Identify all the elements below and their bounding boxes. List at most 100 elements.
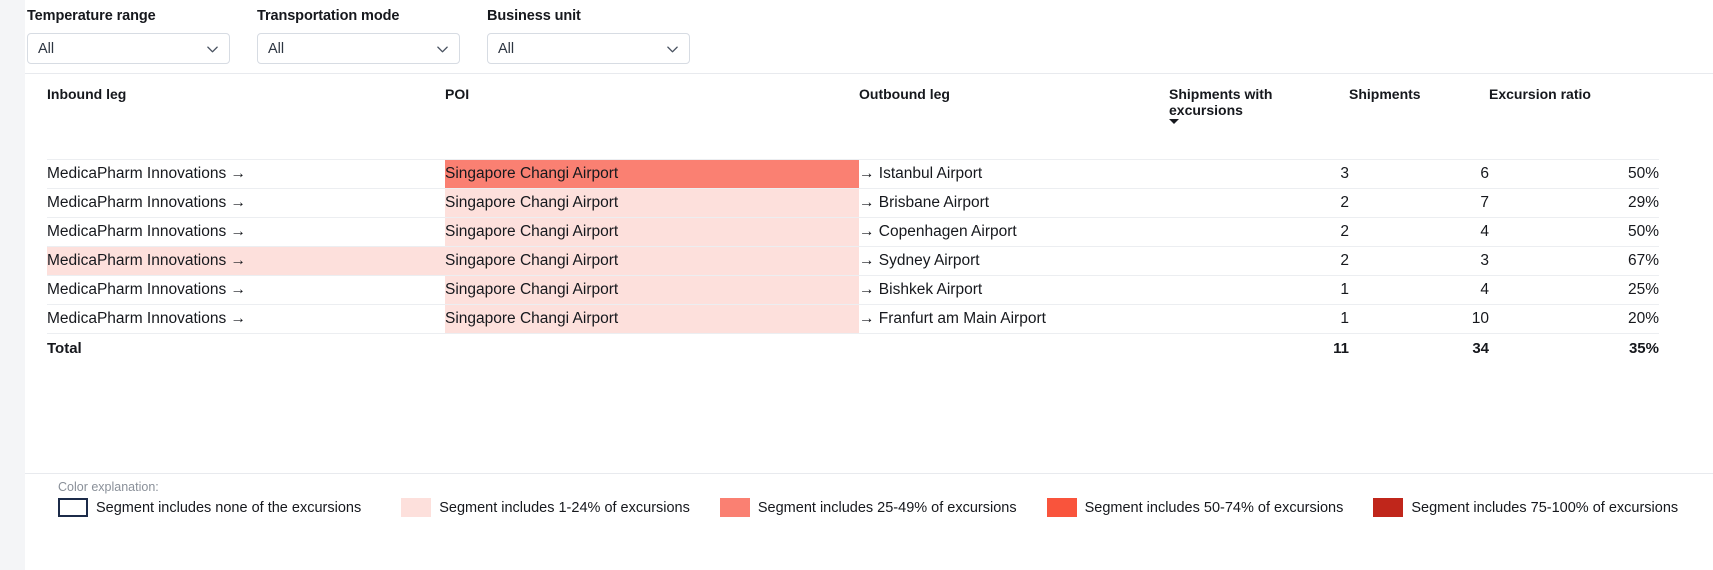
legend-label-3: Segment includes 50-74% of excursions bbox=[1084, 499, 1344, 516]
cell-outbound-leg: → Franfurt am Main Airport bbox=[859, 304, 1169, 334]
cell-inbound-leg: MedicaPharm Innovations → bbox=[47, 304, 445, 334]
cell-shipments-with-excursions: 2 bbox=[1169, 188, 1349, 218]
cell-inbound-leg: MedicaPharm Innovations → bbox=[47, 217, 445, 247]
column-header-label-1: POI bbox=[445, 86, 470, 102]
table-row[interactable]: MedicaPharm Innovations → Singapore Chang… bbox=[47, 188, 1659, 218]
table-total-row: Total 11 34 35% bbox=[47, 332, 1659, 364]
filter-select-transportation-mode[interactable]: All bbox=[257, 33, 460, 64]
legend-swatch-2 bbox=[719, 498, 750, 517]
cell-inbound-leg: MedicaPharm Innovations → bbox=[47, 246, 445, 276]
column-header-label-5: Excursion ratio bbox=[1489, 86, 1591, 102]
column-header-4[interactable]: Shipments bbox=[1349, 82, 1489, 131]
cell-shipments-with-excursions: 1 bbox=[1169, 304, 1349, 334]
sort-descending-icon bbox=[1169, 119, 1179, 124]
legend-item-2: Segment includes 25-49% of excursions bbox=[719, 498, 1017, 517]
cell-poi: Singapore Changi Airport bbox=[445, 304, 859, 334]
column-header-label-0: Inbound leg bbox=[47, 86, 127, 102]
legend-item-1: Segment includes 1-24% of excursions bbox=[401, 498, 690, 517]
filter-select-temperature-range[interactable]: All bbox=[27, 33, 230, 64]
legend-swatch-1 bbox=[401, 498, 432, 517]
total-outbound-blank bbox=[859, 332, 1169, 364]
excursion-report-page: Temperature range All Transportation mode A… bbox=[0, 0, 1713, 570]
table-header-row: Inbound leg POI Outbound leg Shipments with… bbox=[47, 82, 1659, 131]
cell-outbound-leg: → Brisbane Airport bbox=[859, 188, 1169, 218]
column-header-1[interactable]: POI bbox=[445, 82, 859, 131]
cell-inbound-leg: MedicaPharm Innovations → bbox=[47, 159, 445, 189]
column-header-0[interactable]: Inbound leg bbox=[47, 82, 445, 131]
legend-label-1: Segment includes 1-24% of excursions bbox=[439, 499, 690, 516]
page-left-gutter bbox=[0, 0, 25, 570]
cell-poi: Singapore Changi Airport bbox=[445, 246, 859, 276]
header-rule-cell bbox=[47, 131, 1659, 160]
legend-label-4: Segment includes 75-100% of excursions bbox=[1411, 499, 1679, 516]
legend-title: Color explanation: bbox=[58, 480, 159, 494]
filter-business-unit: Business unit All bbox=[487, 8, 690, 64]
table-row[interactable]: MedicaPharm Innovations → Singapore Chang… bbox=[47, 246, 1659, 276]
filter-select-business-unit[interactable]: All bbox=[487, 33, 690, 64]
total-poi-blank bbox=[445, 332, 859, 364]
cell-shipments-with-excursions: 3 bbox=[1169, 159, 1349, 189]
chevron-down-icon bbox=[206, 42, 219, 55]
table-row[interactable]: MedicaPharm Innovations → Singapore Chang… bbox=[47, 275, 1659, 305]
column-header-5[interactable]: Excursion ratio bbox=[1489, 82, 1659, 131]
total-label: Total bbox=[47, 332, 445, 364]
filter-bar: Temperature range All Transportation mode A… bbox=[27, 8, 690, 64]
table-row[interactable]: MedicaPharm Innovations → Singapore Chang… bbox=[47, 159, 1659, 189]
legend-label-0: Segment includes none of the excursions bbox=[96, 499, 362, 516]
cell-outbound-leg: → Sydney Airport bbox=[859, 246, 1169, 276]
cell-shipments-with-excursions: 2 bbox=[1169, 217, 1349, 247]
cell-shipments: 10 bbox=[1349, 304, 1489, 334]
cell-shipments: 4 bbox=[1349, 217, 1489, 247]
legend-swatch-0 bbox=[58, 498, 88, 517]
cell-shipments: 6 bbox=[1349, 159, 1489, 189]
filter-value-temperature-range: All bbox=[38, 40, 55, 57]
filter-temperature-range: Temperature range All bbox=[27, 8, 230, 64]
header-bottom-rule bbox=[47, 131, 1659, 160]
header-divider bbox=[25, 73, 1713, 74]
excursion-table: Inbound leg POI Outbound leg Shipments with… bbox=[47, 82, 1659, 364]
legend-divider bbox=[25, 473, 1713, 474]
cell-shipments: 3 bbox=[1349, 246, 1489, 276]
legend-item-4: Segment includes 75-100% of excursions bbox=[1373, 498, 1678, 517]
cell-excursion-ratio: 50% bbox=[1489, 217, 1659, 247]
color-legend: Color explanation: Segment includes none… bbox=[58, 480, 1693, 517]
table-row[interactable]: MedicaPharm Innovations → Singapore Chang… bbox=[47, 217, 1659, 247]
table-row[interactable]: MedicaPharm Innovations → Singapore Chang… bbox=[47, 304, 1659, 334]
column-header-3[interactable]: Shipments with excursions bbox=[1169, 82, 1349, 131]
cell-inbound-leg: MedicaPharm Innovations → bbox=[47, 275, 445, 305]
cell-shipments-with-excursions: 2 bbox=[1169, 246, 1349, 276]
cell-shipments: 7 bbox=[1349, 188, 1489, 218]
cell-outbound-leg: → Copenhagen Airport bbox=[859, 217, 1169, 247]
legend-swatch-4 bbox=[1373, 498, 1404, 517]
legend-item-0: Segment includes none of the excursions bbox=[58, 498, 361, 517]
cell-outbound-leg: → Istanbul Airport bbox=[859, 159, 1169, 189]
cell-excursion-ratio: 67% bbox=[1489, 246, 1659, 276]
chevron-down-icon bbox=[436, 42, 449, 55]
column-header-label-2: Outbound leg bbox=[859, 86, 950, 102]
filter-value-business-unit: All bbox=[498, 40, 515, 57]
cell-shipments-with-excursions: 1 bbox=[1169, 275, 1349, 305]
cell-excursion-ratio: 25% bbox=[1489, 275, 1659, 305]
filter-label-transportation-mode: Transportation mode bbox=[257, 8, 400, 24]
table-body: MedicaPharm Innovations → Singapore Chang… bbox=[47, 159, 1659, 364]
legend-items: Segment includes none of the excursions S… bbox=[58, 498, 1693, 517]
cell-poi: Singapore Changi Airport bbox=[445, 159, 859, 189]
legend-item-3: Segment includes 50-74% of excursions bbox=[1046, 498, 1344, 517]
cell-poi: Singapore Changi Airport bbox=[445, 275, 859, 305]
cell-excursion-ratio: 20% bbox=[1489, 304, 1659, 334]
legend-label-2: Segment includes 25-49% of excursions bbox=[757, 499, 1017, 516]
cell-poi: Singapore Changi Airport bbox=[445, 188, 859, 218]
cell-inbound-leg: MedicaPharm Innovations → bbox=[47, 188, 445, 218]
legend-swatch-3 bbox=[1046, 498, 1077, 517]
cell-excursion-ratio: 29% bbox=[1489, 188, 1659, 218]
column-header-label-3: Shipments with excursions bbox=[1169, 86, 1273, 118]
total-excursion-ratio: 35% bbox=[1489, 332, 1659, 364]
total-shipments: 34 bbox=[1349, 332, 1489, 364]
total-shipments-with-excursions: 11 bbox=[1169, 332, 1349, 364]
filter-value-transportation-mode: All bbox=[268, 40, 285, 57]
column-header-2[interactable]: Outbound leg bbox=[859, 82, 1169, 131]
cell-shipments: 4 bbox=[1349, 275, 1489, 305]
cell-excursion-ratio: 50% bbox=[1489, 159, 1659, 189]
table-header: Inbound leg POI Outbound leg Shipments with… bbox=[47, 82, 1659, 160]
filter-transportation-mode: Transportation mode All bbox=[257, 8, 460, 64]
